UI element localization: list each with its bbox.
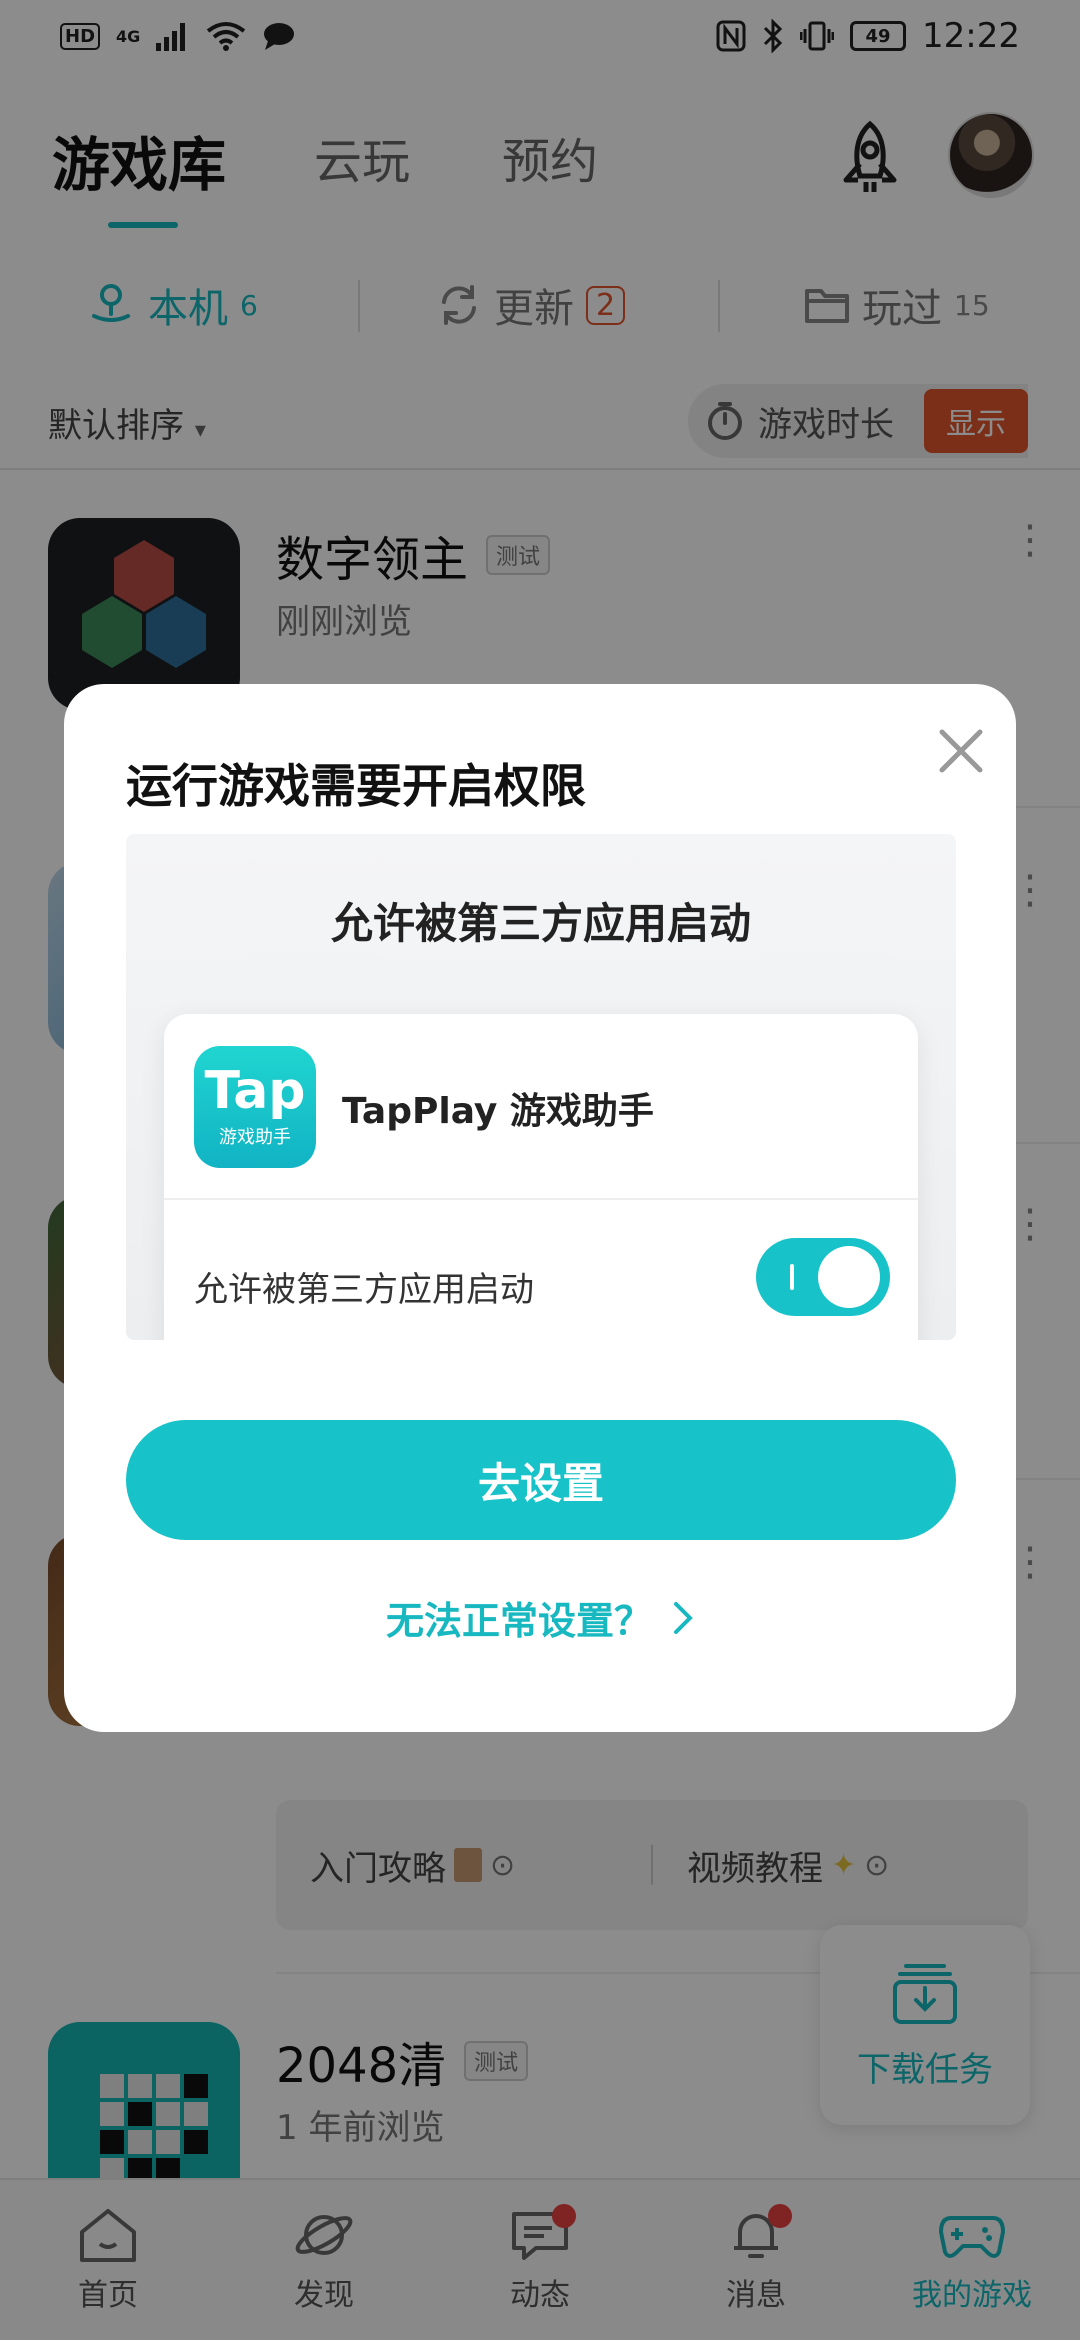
go-settings-button[interactable]: 去设置 [126, 1420, 956, 1540]
tapplay-logo: Tap 游戏助手 [194, 1046, 316, 1168]
illustration-title: 允许被第三方应用启动 [330, 899, 751, 948]
permission-illustration: 允许被第三方应用启动 Tap 游戏助手 TapPlay 游戏助手 允许被第三方应… [126, 834, 956, 1340]
divider [164, 1198, 918, 1200]
close-icon[interactable] [926, 716, 996, 786]
dialog-title: 运行游戏需要开启权限 [126, 759, 586, 813]
logo-subtext: 游戏助手 [219, 1127, 291, 1148]
permission-toggle [756, 1238, 890, 1316]
help-link-label: 无法正常设置？ [385, 1599, 652, 1643]
app-name: TapPlay 游戏助手 [342, 1091, 654, 1132]
permission-dialog: 运行游戏需要开启权限 允许被第三方应用启动 Tap 游戏助手 TapPlay 游… [64, 684, 1016, 1732]
chevron-right-icon [674, 1601, 693, 1634]
cannot-set-help-link[interactable]: 无法正常设置？ [64, 1590, 1016, 1645]
logo-text: Tap [204, 1061, 306, 1121]
settings-preview-card: Tap 游戏助手 TapPlay 游戏助手 允许被第三方应用启动 [164, 1014, 918, 1340]
permission-label: 允许被第三方应用启动 [194, 1270, 534, 1310]
toggle-knob [818, 1246, 880, 1308]
toggle-on-mark [790, 1264, 794, 1290]
